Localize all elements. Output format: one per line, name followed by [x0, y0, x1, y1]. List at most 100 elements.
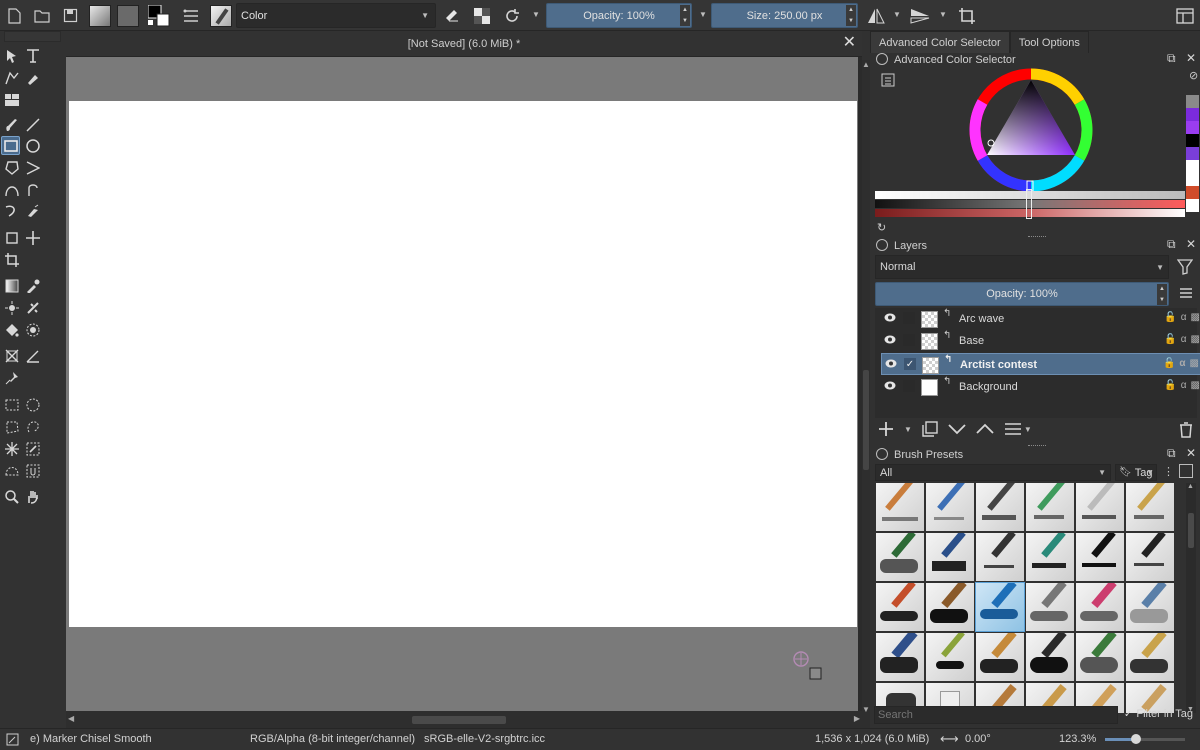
- brush-size-slider[interactable]: Size: 250.00 px ▲ ▼: [711, 3, 858, 28]
- canvas-viewport[interactable]: [66, 57, 858, 711]
- scroll-right-icon[interactable]: ▶: [854, 714, 860, 723]
- chevron-down-icon[interactable]: ▼: [904, 425, 912, 434]
- mirror-horizontal-icon[interactable]: [866, 4, 886, 27]
- save-icon[interactable]: [61, 4, 79, 27]
- add-layer-icon[interactable]: [878, 421, 894, 437]
- brush-preset[interactable]: [876, 483, 924, 531]
- layer-checkbox[interactable]: [903, 312, 915, 324]
- eye-icon[interactable]: [884, 381, 896, 393]
- brush-settings-icon[interactable]: [181, 4, 201, 27]
- mirror-vertical-icon[interactable]: [909, 4, 931, 27]
- polyline-tool-icon[interactable]: [23, 158, 42, 177]
- similar-color-selection-tool-icon[interactable]: [23, 439, 42, 458]
- reference-pin-tool-icon[interactable]: [2, 368, 21, 387]
- canvas-image[interactable]: [69, 101, 857, 627]
- select-shapes-tool-icon[interactable]: [2, 46, 21, 65]
- zoom-tool-icon[interactable]: [2, 487, 21, 506]
- gradient-preset-icon[interactable]: [88, 4, 111, 27]
- layer-opacity-spinner[interactable]: ▲ ▼: [1157, 284, 1167, 305]
- filter-icon[interactable]: [1176, 259, 1194, 278]
- transform-tool-icon[interactable]: [2, 228, 21, 247]
- elliptical-selection-tool-icon[interactable]: [23, 395, 42, 414]
- brush-scroll-thumb[interactable]: [1188, 513, 1194, 548]
- alpha-icon[interactable]: α: [1181, 380, 1187, 391]
- toolbox-handle[interactable]: [4, 31, 61, 42]
- inherit-alpha-icon[interactable]: ▩: [1191, 334, 1200, 345]
- scroll-up-icon[interactable]: ▲: [862, 60, 870, 69]
- layer-checkbox[interactable]: [903, 380, 915, 392]
- open-folder-icon[interactable]: [33, 4, 51, 27]
- zoom-slider-handle[interactable]: [1131, 734, 1141, 744]
- brush-preset[interactable]: [1026, 583, 1074, 631]
- brush-preset[interactable]: [926, 633, 974, 681]
- ellipse-tool-icon[interactable]: [23, 136, 42, 155]
- brush-presets-scrollbar[interactable]: ▲ ▼: [1186, 483, 1196, 713]
- freehand-brush-tool-icon[interactable]: [2, 115, 21, 134]
- layer-opacity-slider[interactable]: Opacity: 100% ▲ ▼: [875, 282, 1169, 306]
- float-docker-icon[interactable]: ⧉: [1167, 446, 1176, 461]
- text-tool-icon[interactable]: [23, 46, 42, 65]
- recent-color-swatches[interactable]: [1186, 95, 1199, 225]
- reference-images-tool-icon[interactable]: [2, 90, 21, 109]
- move-tool-icon[interactable]: [23, 228, 42, 247]
- blend-mode-select[interactable]: Color ▼: [236, 3, 436, 28]
- rectangular-selection-tool-icon[interactable]: [2, 395, 21, 414]
- preserve-alpha-icon[interactable]: [472, 4, 492, 27]
- freehand-path-tool-icon[interactable]: [23, 180, 42, 199]
- rotation-icon[interactable]: ⟷: [940, 731, 959, 747]
- swatch[interactable]: [1186, 186, 1199, 199]
- move-layer-up-icon[interactable]: [976, 423, 994, 435]
- opacity-slider[interactable]: Opacity: 100% ▲ ▼: [546, 3, 692, 28]
- chevron-down-icon[interactable]: ▼: [699, 10, 707, 19]
- foreground-background-color-icon[interactable]: [147, 4, 171, 27]
- new-document-icon[interactable]: [5, 4, 23, 27]
- brush-preset-icon[interactable]: [209, 4, 233, 27]
- brush-preset[interactable]: [926, 533, 974, 581]
- smart-patch-tool-icon[interactable]: [23, 298, 42, 317]
- tag-select[interactable]: 🔖︎ Tag ▼: [1115, 464, 1157, 481]
- brush-preset[interactable]: [1076, 483, 1124, 531]
- opacity-spinner[interactable]: ▲ ▼: [680, 5, 690, 26]
- inherit-alpha-icon[interactable]: ▩: [1191, 380, 1200, 391]
- inherit-alpha-icon[interactable]: ▩: [1191, 312, 1200, 323]
- brush-preset[interactable]: [1076, 633, 1124, 681]
- layer-row[interactable]: ↰ Base 🔓 α ▩: [881, 330, 1200, 352]
- vertical-scroll-thumb[interactable]: [863, 370, 869, 470]
- layer-row[interactable]: ↰ Background 🔓 α ▩: [881, 376, 1200, 398]
- brush-preset[interactable]: [976, 533, 1024, 581]
- line-tool-icon[interactable]: [23, 115, 42, 134]
- canvas-scrollbar-track[interactable]: ▲ ▼: [862, 60, 870, 728]
- layer-checkbox[interactable]: [903, 334, 915, 346]
- brush-preset[interactable]: [1026, 633, 1074, 681]
- float-docker-icon[interactable]: ⧉: [1167, 51, 1176, 66]
- float-docker-icon[interactable]: ⧉: [1167, 237, 1176, 252]
- brush-preset[interactable]: [1076, 533, 1124, 581]
- magnetic-selection-tool-icon[interactable]: [23, 461, 42, 480]
- layer-row-selected[interactable]: ✓ ↰ Arctist contest 🔓 α ▩: [881, 353, 1200, 375]
- layer-blend-mode-select[interactable]: Normal ▼: [875, 255, 1169, 279]
- layer-checkbox-checked[interactable]: ✓: [904, 358, 916, 370]
- duplicate-layer-icon[interactable]: [922, 421, 938, 437]
- brush-preset[interactable]: [926, 583, 974, 631]
- swatch[interactable]: [1186, 95, 1199, 108]
- lock-icon[interactable]: 🔓: [1163, 358, 1175, 369]
- calligraphy-tool-icon[interactable]: [23, 68, 42, 87]
- alpha-icon[interactable]: α: [1181, 334, 1187, 345]
- eye-icon[interactable]: [884, 335, 896, 347]
- brush-preset[interactable]: [876, 633, 924, 681]
- horizontal-scroll-thumb[interactable]: [412, 716, 506, 724]
- color-picker-tool-icon[interactable]: [23, 276, 42, 295]
- swatch[interactable]: [1186, 121, 1199, 134]
- pattern-preset-icon[interactable]: [116, 4, 139, 27]
- delete-layer-icon[interactable]: [1179, 422, 1193, 441]
- gradient-tool-icon[interactable]: [2, 276, 21, 295]
- swatch[interactable]: [1186, 160, 1199, 173]
- chevron-down-icon[interactable]: ▼: [893, 10, 901, 19]
- swatch[interactable]: [1186, 108, 1199, 121]
- size-spinner[interactable]: ▲ ▼: [846, 5, 856, 26]
- bezier-curve-tool-icon[interactable]: [2, 180, 21, 199]
- layer-menu-icon[interactable]: [1179, 287, 1193, 302]
- tab-advanced-color-selector[interactable]: Advanced Color Selector: [870, 31, 1010, 53]
- rectangle-tool-icon[interactable]: [1, 136, 20, 155]
- chevron-down-icon[interactable]: ▼: [532, 10, 540, 19]
